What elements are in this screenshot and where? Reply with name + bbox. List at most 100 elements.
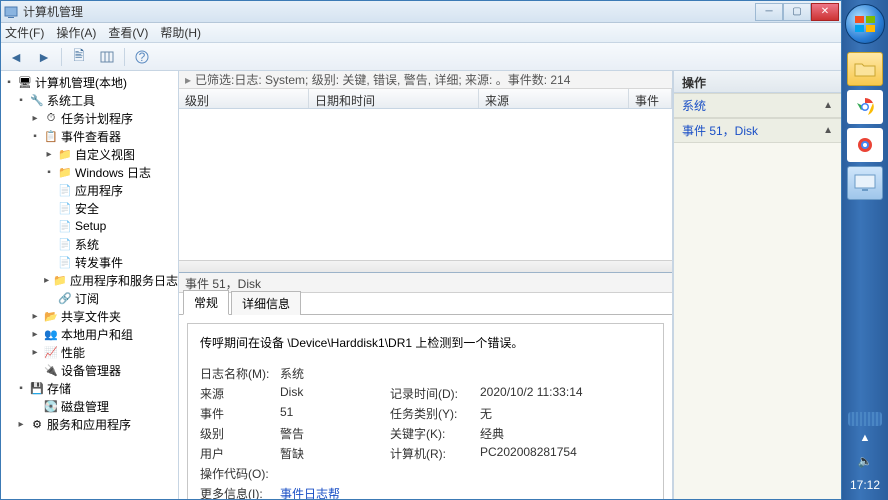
taskbar-app-active[interactable] bbox=[847, 166, 883, 200]
window-minimize-button[interactable]: ─ bbox=[755, 3, 783, 21]
tree-item[interactable]: ▸⚙服务和应用程序 bbox=[1, 415, 178, 433]
tree-twisty[interactable]: ▸ bbox=[29, 311, 41, 322]
tree-item[interactable]: 🔌设备管理器 bbox=[1, 361, 178, 379]
tree-twisty[interactable]: ▪ bbox=[29, 131, 41, 142]
keywords-value: 经典 bbox=[480, 425, 640, 442]
toolbar-forward-button[interactable]: ► bbox=[33, 46, 55, 68]
col-event[interactable]: 事件 bbox=[629, 89, 672, 108]
tree-item-label: 订阅 bbox=[75, 290, 99, 307]
users-icon: 👥 bbox=[44, 327, 58, 341]
tree-twisty[interactable]: ▸ bbox=[43, 149, 55, 160]
tree-item[interactable]: ▪🔧系统工具 bbox=[1, 91, 178, 109]
menu-view[interactable]: 查看(V) bbox=[108, 24, 148, 41]
tree-item[interactable]: ▪📋事件查看器 bbox=[1, 127, 178, 145]
window-maximize-button[interactable]: ▢ bbox=[783, 3, 811, 21]
tree-item-label: 任务计划程序 bbox=[61, 110, 133, 127]
taskcat-value: 无 bbox=[480, 405, 640, 422]
taskbar-explorer[interactable] bbox=[847, 52, 883, 86]
tree-twisty[interactable]: ▪ bbox=[15, 383, 27, 394]
tree-item[interactable]: ▸📁应用程序和服务日志 bbox=[1, 271, 178, 289]
tree-item[interactable]: 📄转发事件 bbox=[1, 253, 178, 271]
tree-twisty[interactable]: ▸ bbox=[29, 347, 41, 358]
tree-twisty[interactable]: ▸ bbox=[29, 113, 41, 124]
tree-item-label: 服务和应用程序 bbox=[47, 416, 131, 433]
toolbar-help-button[interactable]: ? bbox=[131, 46, 153, 68]
logname-label: 日志名称(M): bbox=[200, 365, 280, 382]
detail-tabs: 常规 详细信息 bbox=[179, 293, 672, 315]
tab-general[interactable]: 常规 bbox=[183, 290, 229, 315]
taskbar-separator bbox=[848, 412, 882, 426]
logged-value: 2020/10/2 11:33:14 bbox=[480, 385, 640, 402]
col-date[interactable]: 日期和时间 bbox=[309, 89, 479, 108]
tree-item[interactable]: 🔗订阅 bbox=[1, 289, 178, 307]
tree-twisty[interactable]: ▪ bbox=[3, 77, 15, 88]
folder-icon: 📁 bbox=[58, 165, 72, 179]
chrome-icon bbox=[854, 96, 876, 118]
taskbar-browser2[interactable] bbox=[847, 128, 883, 162]
tree-item[interactable]: 💽磁盘管理 bbox=[1, 397, 178, 415]
chevron-up-icon: ▲ bbox=[823, 100, 833, 111]
tree-root[interactable]: ▪ 🖥 计算机管理(本地) bbox=[1, 73, 178, 91]
event-grid: 级别 日期和时间 来源 事件 bbox=[179, 89, 672, 273]
menu-help[interactable]: 帮助(H) bbox=[160, 24, 201, 41]
tree-item-label: 系统工具 bbox=[47, 92, 95, 109]
device-icon: 🔌 bbox=[44, 363, 58, 377]
grid-header: 级别 日期和时间 来源 事件 bbox=[179, 89, 672, 109]
computer-value: PC202008281754 bbox=[480, 445, 640, 462]
logname-value: 系统 bbox=[280, 365, 390, 382]
tree-twisty[interactable]: ▸ bbox=[43, 275, 50, 286]
tree-item[interactable]: ▸📈性能 bbox=[1, 343, 178, 361]
start-button[interactable] bbox=[845, 4, 885, 44]
tree-item-label: Setup bbox=[75, 219, 106, 233]
tree-twisty[interactable]: ▪ bbox=[15, 95, 27, 106]
actions-panel: 操作 系统▲ 事件 51，Disk▲ bbox=[673, 71, 841, 499]
app-window: 计算机管理 ─ ▢ ✕ 文件(F) 操作(A) 查看(V) 帮助(H) ◄ ► … bbox=[0, 0, 842, 500]
taskbar-clock[interactable]: 17:12 bbox=[850, 478, 880, 492]
tree-item[interactable]: 📄安全 bbox=[1, 199, 178, 217]
grid-scrollbar[interactable] bbox=[179, 260, 672, 272]
tree-item-label: 磁盘管理 bbox=[61, 398, 109, 415]
menu-action[interactable]: 操作(A) bbox=[56, 24, 96, 41]
menu-file[interactable]: 文件(F) bbox=[5, 24, 44, 41]
tree-item[interactable]: ▪💾存储 bbox=[1, 379, 178, 397]
tree-item[interactable]: 📄Setup bbox=[1, 217, 178, 235]
tree-item[interactable]: 📄应用程序 bbox=[1, 181, 178, 199]
tree-twisty[interactable]: ▸ bbox=[15, 419, 27, 430]
detail-box: 传呼期间在设备 \Device\Harddisk1\DR1 上检测到一个错误。 … bbox=[187, 323, 664, 499]
tree-twisty[interactable]: ▸ bbox=[29, 329, 41, 340]
taskbar-browser1[interactable] bbox=[847, 90, 883, 124]
tree-item-label: 系统 bbox=[75, 236, 99, 253]
tree-item-label: 自定义视图 bbox=[75, 146, 135, 163]
toolbar-up-button[interactable]: 🖹 bbox=[68, 46, 90, 68]
tray-volume-icon[interactable]: 🔈 bbox=[858, 454, 873, 468]
tree-panel[interactable]: ▪ 🖥 计算机管理(本地) ▪🔧系统工具▸⏱任务计划程序▪📋事件查看器▸📁自定义… bbox=[1, 71, 179, 499]
col-source[interactable]: 来源 bbox=[479, 89, 629, 108]
col-level[interactable]: 级别 bbox=[179, 89, 309, 108]
monitor-icon bbox=[853, 173, 877, 193]
toolbar-back-button[interactable]: ◄ bbox=[5, 46, 27, 68]
app-icon bbox=[3, 4, 19, 20]
tree-item-label: 应用程序 bbox=[75, 182, 123, 199]
detail-panel: 事件 51，Disk 常规 详细信息 传呼期间在设备 \Device\Hardd… bbox=[179, 273, 672, 499]
tray-arrow-icon[interactable]: ▲ bbox=[860, 432, 871, 444]
tree-twisty[interactable]: ▪ bbox=[43, 167, 55, 178]
tree-item[interactable]: ▪📁Windows 日志 bbox=[1, 163, 178, 181]
actions-section-event[interactable]: 事件 51，Disk▲ bbox=[674, 118, 841, 143]
tree-item[interactable]: 📄系统 bbox=[1, 235, 178, 253]
tab-details[interactable]: 详细信息 bbox=[231, 291, 301, 315]
actions-section-system[interactable]: 系统▲ bbox=[674, 93, 841, 118]
tree-item[interactable]: ▸📁自定义视图 bbox=[1, 145, 178, 163]
perf-icon: 📈 bbox=[44, 345, 58, 359]
windows-logo-icon bbox=[853, 12, 877, 36]
tree-item[interactable]: ▸👥本地用户和组 bbox=[1, 325, 178, 343]
toolbar-columns-button[interactable] bbox=[96, 46, 118, 68]
sched-icon: ⏱ bbox=[44, 111, 58, 125]
grid-body[interactable] bbox=[179, 109, 672, 260]
window-close-button[interactable]: ✕ bbox=[811, 3, 839, 21]
chrome-icon bbox=[854, 134, 876, 156]
tree-item[interactable]: ▸⏱任务计划程序 bbox=[1, 109, 178, 127]
moreinfo-link[interactable]: 事件日志帮 bbox=[280, 485, 390, 499]
storage-icon: 💾 bbox=[30, 381, 44, 395]
tree-item[interactable]: ▸📂共享文件夹 bbox=[1, 307, 178, 325]
user-value: 暂缺 bbox=[280, 445, 390, 462]
